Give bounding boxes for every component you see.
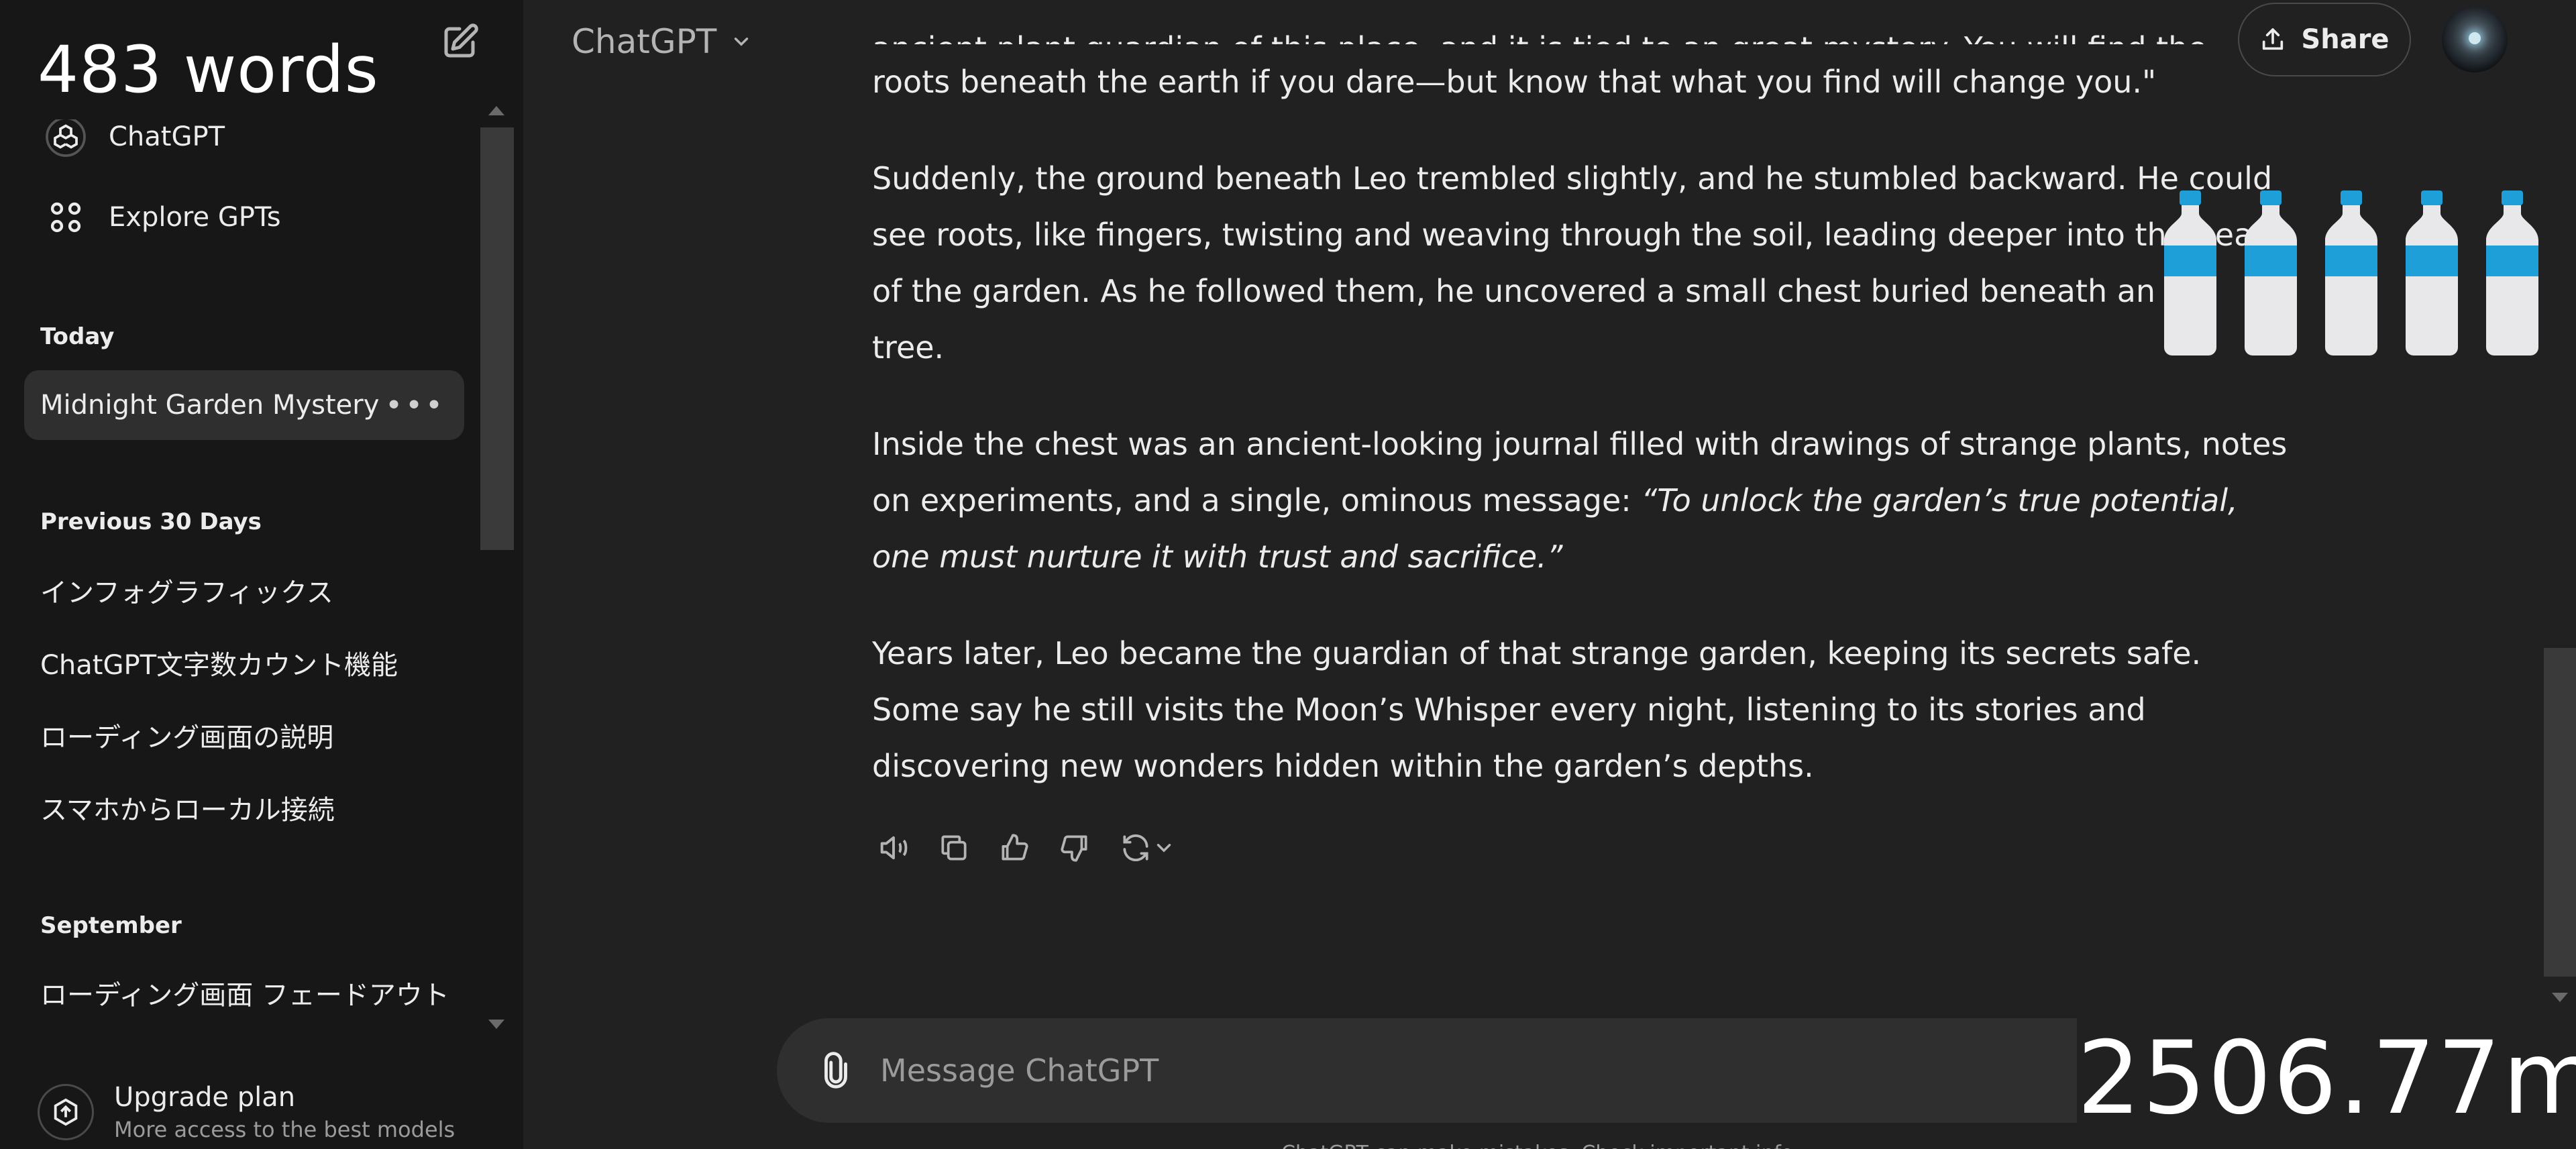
chat-item-label: スマホからローカル接続	[40, 795, 335, 826]
word-count-display: 483 words	[38, 32, 379, 107]
section-title-today: Today	[40, 323, 115, 350]
chat-item-label: ローディング画面の説明	[40, 722, 334, 753]
main-scroll-down-arrow[interactable]	[2552, 993, 2568, 1002]
water-bottle-icon	[2164, 190, 2216, 355]
sidebar-scroll-down-arrow[interactable]	[488, 1020, 504, 1029]
model-selector[interactable]: ChatGPT	[572, 16, 753, 67]
chat-item-label: Midnight Garden Mystery	[40, 390, 380, 421]
main-scrollbar[interactable]	[2544, 648, 2576, 977]
message-paragraph: Inside the chest was an ancient-looking …	[872, 416, 2288, 585]
water-bottle-icon	[2245, 190, 2297, 355]
disclaimer-text: ChatGPT can make mistakes. Check importa…	[1281, 1140, 1885, 1149]
chat-item-label: ChatGPT文字数カウント機能	[40, 650, 398, 681]
sidebar-item-label: ChatGPT	[109, 121, 225, 152]
app-window: 483 words ChatGPT Explore GPTs Today Mid…	[0, 0, 2576, 1149]
volume-readout: 2506.77ml	[2077, 1011, 2576, 1149]
grid-icon	[39, 190, 93, 244]
avatar[interactable]	[2442, 7, 2508, 72]
upgrade-subtitle: More access to the best models	[114, 1117, 455, 1142]
message-actions	[872, 826, 1181, 869]
thumbs-up-button[interactable]	[993, 826, 1036, 869]
water-bottle-icon	[2406, 190, 2458, 355]
chevron-down-icon	[1157, 844, 1171, 853]
openai-logo-icon	[39, 119, 93, 164]
sidebar: 483 words ChatGPT Explore GPTs Today Mid…	[0, 0, 523, 1149]
edit-icon	[444, 23, 478, 58]
chat-item[interactable]: ChatGPT文字数カウント機能	[24, 628, 464, 698]
upgrade-icon	[38, 1084, 94, 1140]
section-title-previous-30-days: Previous 30 Days	[40, 508, 262, 535]
thumbs-down-button[interactable]	[1053, 826, 1096, 869]
regenerate-button[interactable]	[1114, 826, 1181, 869]
copy-button[interactable]	[932, 826, 975, 869]
paperclip-icon	[824, 1052, 847, 1089]
sidebar-item-chatgpt[interactable]: ChatGPT	[24, 119, 464, 169]
copy-icon	[941, 835, 967, 861]
thumbs-up-icon	[1002, 834, 1028, 861]
speaker-icon	[880, 836, 908, 860]
refresh-icon	[1123, 834, 1148, 862]
message-paragraph: Suddenly, the ground beneath Leo tremble…	[872, 160, 2278, 366]
assistant-message: ancient plant guardian of this place, an…	[872, 30, 2288, 834]
chat-item[interactable]: ローディング画面の説明	[24, 700, 464, 770]
thumbs-down-icon	[1061, 835, 1087, 862]
upgrade-plan-button[interactable]: Upgrade plan More access to the best mod…	[38, 1080, 494, 1149]
chat-item[interactable]: インフォグラフィックス	[24, 555, 464, 625]
message-composer	[777, 1018, 2085, 1123]
message-paragraph: roots beneath the earth if you dare—but …	[872, 64, 2157, 100]
message-text-cut-line: ancient plant guardian of this place, an…	[872, 20, 2207, 44]
chat-item[interactable]: スマホからローカル接続	[24, 773, 464, 842]
sidebar-item-label: Explore GPTs	[109, 202, 281, 233]
chat-item[interactable]: ローディング画面 フェードアウト	[24, 958, 464, 1028]
more-options-icon[interactable]: •••	[385, 370, 445, 440]
model-name: ChatGPT	[572, 22, 717, 61]
message-paragraph: Years later, Leo became the guardian of …	[872, 635, 2202, 784]
message-input[interactable]	[880, 1052, 1953, 1089]
sidebar-item-explore-gpts[interactable]: Explore GPTs	[24, 185, 464, 250]
water-bottle-icon	[2325, 190, 2377, 355]
sidebar-scroll-up-arrow[interactable]	[488, 106, 504, 115]
attach-button[interactable]	[809, 1051, 863, 1090]
section-title-september: September	[40, 912, 182, 939]
chevron-down-icon	[735, 38, 749, 46]
new-chat-button[interactable]	[435, 17, 484, 67]
sidebar-scrollbar[interactable]	[480, 127, 514, 550]
share-icon	[2263, 28, 2284, 50]
water-bottle-tracker	[2163, 190, 2540, 357]
chat-item-label: インフォグラフィックス	[40, 578, 333, 608]
read-aloud-button[interactable]	[872, 826, 915, 869]
share-label: Share	[2301, 24, 2390, 55]
chat-item-label: ローディング画面 フェードアウト	[40, 980, 449, 1011]
main-panel: ChatGPT Share ancient plant guardian of …	[523, 0, 2576, 1149]
chat-item-active[interactable]: Midnight Garden Mystery •••	[24, 370, 464, 440]
upgrade-title: Upgrade plan	[114, 1082, 296, 1113]
water-bottle-icon	[2486, 190, 2538, 355]
